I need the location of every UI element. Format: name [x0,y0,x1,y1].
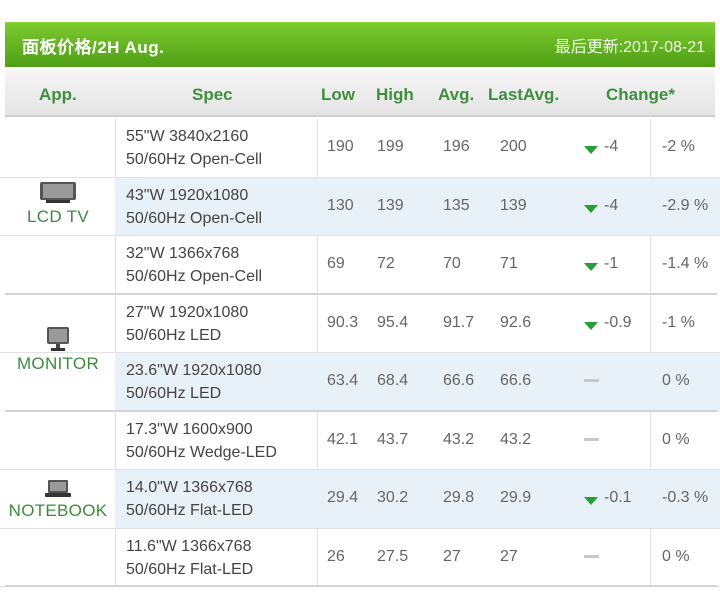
group-label: LCD TV [27,207,89,226]
last-avg-cell: 139 [500,196,527,214]
spec-cell: 32"W 1366x768 50/60Hz Open-Cell [126,245,263,285]
high-cell: 68.4 [377,372,409,389]
no-change-dash-icon [584,554,599,558]
last-updated: 最后更新:2017-08-21 [554,39,705,56]
monitor-icon [47,327,69,351]
low-cell: 26 [327,547,345,565]
avg-cell: 43.2 [443,430,475,448]
col-change: Change* [606,85,675,104]
col-spec: Spec [192,85,233,104]
change-cell: -0.1 [604,489,632,506]
spec-cell: 55"W 3840x2160 50/60Hz Open-Cell [126,128,263,168]
down-arrow-icon [584,263,598,271]
spec-cell: 23.6"W 1920x1080 50/60Hz LED [126,362,262,402]
col-high: High [376,85,414,104]
group-separator [5,293,717,295]
group-monitor: MONITOR [0,326,116,374]
table-row: 32"W 1366x768 50/60Hz Open-Cell 69 72 70 … [0,236,720,295]
change-percent-cell: 0 % [662,372,690,389]
title-bar: 面板价格/2H Aug. 最后更新:2017-08-21 [5,22,715,67]
no-change-dash-icon [584,379,599,382]
last-avg-cell: 200 [500,138,527,155]
spec-cell: 27"W 1920x1080 50/60Hz LED [126,303,249,344]
panel-price-title: 面板价格/2H Aug. [22,37,165,57]
down-arrow-icon [584,204,598,213]
down-arrow-icon [584,146,598,154]
table-row: 11.6"W 1366x768 50/60Hz Flat-LED 26 27.5 … [0,529,720,587]
change-cell: -4 [604,138,619,155]
avg-cell: 70 [443,255,461,272]
last-avg-cell: 92.6 [500,313,532,331]
change-percent-cell: -1 % [662,313,695,331]
low-cell: 42.1 [327,430,359,448]
group-label: MONITOR [16,354,100,373]
avg-cell: 91.7 [443,313,475,331]
high-cell: 139 [377,196,404,214]
avg-cell: 27 [443,547,461,565]
last-avg-cell: 27 [500,547,518,565]
spec-cell: 17.3"W 1600x900 50/60Hz Wedge-LED [126,420,277,461]
low-cell: 190 [327,138,354,155]
col-low: Low [321,85,355,104]
laptop-icon [45,480,71,497]
high-cell: 43.7 [377,430,409,448]
avg-cell: 29.8 [443,489,475,506]
table-row: 55"W 3840x2160 50/60Hz Open-Cell 190 199 … [0,119,720,178]
down-arrow-icon [584,497,598,505]
avg-cell: 66.6 [443,372,475,389]
col-app: App. [39,85,77,104]
avg-cell: 135 [443,196,470,214]
high-cell: 72 [377,255,395,272]
group-lcd-tv: LCD TV [0,181,116,227]
group-label: NOTEBOOK [8,501,108,520]
low-cell: 90.3 [327,313,359,331]
spec-cell: 11.6"W 1366x768 50/60Hz Flat-LED [126,537,254,578]
tv-icon [40,182,76,203]
high-cell: 30.2 [377,489,409,506]
high-cell: 27.5 [377,547,409,565]
down-arrow-icon [584,321,598,330]
low-cell: 29.4 [327,489,359,506]
group-separator [5,410,717,412]
low-cell: 130 [327,196,354,214]
high-cell: 95.4 [377,313,409,331]
group-separator [5,585,717,587]
table-row: 17.3"W 1600x900 50/60Hz Wedge-LED 42.1 43… [0,412,720,470]
low-cell: 63.4 [327,372,359,389]
avg-cell: 196 [443,138,470,155]
change-cell: -4 [604,196,619,214]
change-percent-cell: -1.4 % [662,255,709,272]
spec-cell: 43"W 1920x1080 50/60Hz Open-Cell [126,186,263,227]
change-cell: -1 [604,255,619,272]
high-cell: 199 [377,138,404,155]
change-cell: -0.9 [604,313,632,331]
last-avg-cell: 43.2 [500,430,532,448]
last-avg-cell: 66.6 [500,372,532,389]
change-percent-cell: -2 % [662,138,695,155]
low-cell: 69 [327,255,345,272]
last-avg-cell: 71 [500,255,518,272]
spec-cell: 14.0"W 1366x768 50/60Hz Flat-LED [126,479,254,519]
group-notebook: NOTEBOOK [0,479,116,521]
column-header-row: App. Spec Low High Avg. LastAvg. Change* [5,70,715,117]
change-percent-cell: 0 % [662,430,690,448]
change-percent-cell: -0.3 % [662,489,709,506]
change-percent-cell: 0 % [662,547,690,565]
price-table: 55"W 3840x2160 50/60Hz Open-Cell 190 199 … [0,119,720,587]
change-percent-cell: -2.9 % [662,196,709,214]
col-avg: Avg. [438,85,475,104]
no-change-dash-icon [584,437,599,441]
col-last-avg: LastAvg. [488,85,560,104]
last-avg-cell: 29.9 [500,489,532,506]
